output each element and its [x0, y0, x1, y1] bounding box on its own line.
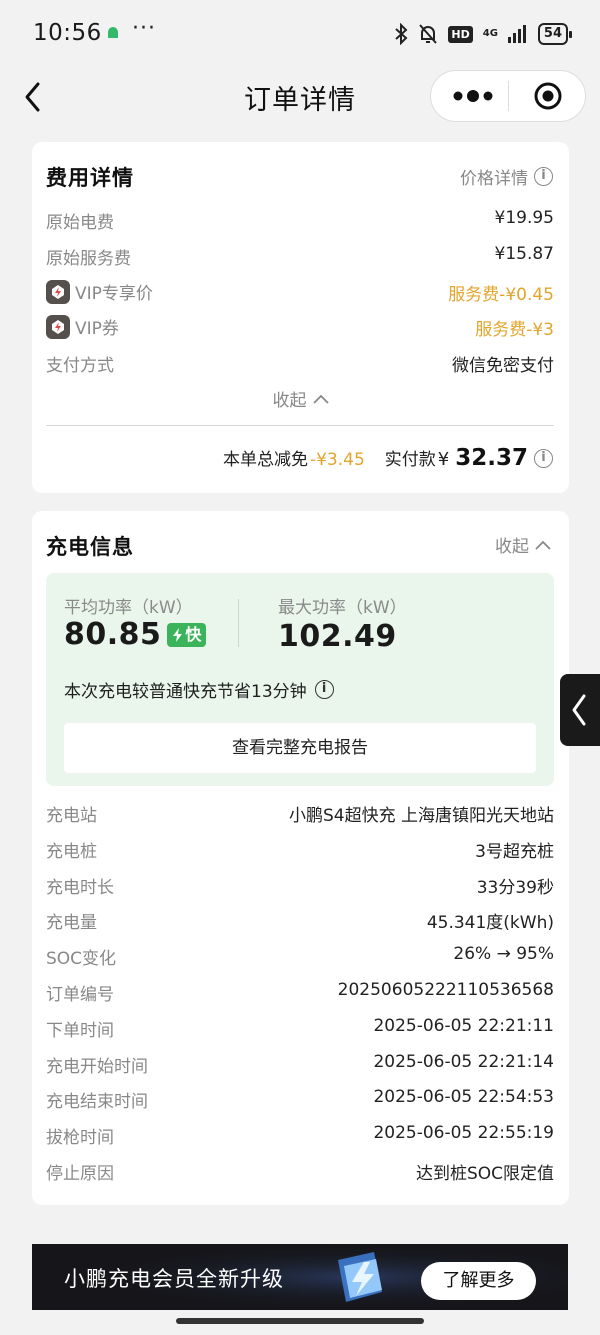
- price-detail-link[interactable]: 价格详情 i: [460, 164, 553, 189]
- divider: [46, 425, 554, 426]
- info-icon: i: [534, 167, 553, 186]
- fee-row-label: 支付方式: [46, 356, 114, 376]
- lightning-icon: [173, 627, 183, 642]
- vip-lightning-icon: [46, 314, 70, 339]
- charging-row-label: 订单编号: [46, 985, 114, 1005]
- charging-row-label: 充电结束时间: [46, 1092, 148, 1113]
- charging-row-value: 2025-06-05 22:21:11: [373, 1015, 554, 1036]
- view-report-button[interactable]: 查看完整充电报告: [64, 723, 536, 773]
- charging-row-value: 33分39秒: [476, 877, 554, 898]
- fee-row-value: ¥15.87: [494, 244, 554, 264]
- info-icon[interactable]: i: [314, 680, 334, 699]
- max-power-label: 最大功率（kW）: [278, 598, 407, 618]
- status-time: 10:56: [33, 20, 102, 46]
- more-menu-icon[interactable]: [452, 85, 494, 107]
- payment-method-value: 微信免密支付: [452, 356, 554, 376]
- fee-detail-card: 费用详情 价格详情 i 原始电费 ¥19.95 原始服务费 ¥15.87 VIP…: [32, 142, 569, 493]
- charging-row-value: 达到桩SOC限定值: [415, 1164, 554, 1184]
- avg-power-value: 80.85: [64, 617, 162, 652]
- charging-row-value: 2025-06-05 22:21:14: [373, 1051, 554, 1072]
- total-discount-value: -¥3.45: [309, 450, 365, 470]
- chevron-up-icon: [312, 394, 329, 404]
- vip-coupon-value: 服务费-¥3: [475, 320, 554, 340]
- charging-row-value: 2025-06-05 22:55:19: [373, 1123, 554, 1144]
- fee-row-label: 原始电费: [46, 213, 114, 233]
- signal-icon: [507, 25, 526, 43]
- charging-row-label: 充电量: [46, 913, 97, 934]
- side-expand-tab[interactable]: [560, 674, 600, 746]
- chevron-left-icon: [572, 694, 586, 726]
- vip-price-row-label: VIP专享价: [46, 279, 153, 304]
- home-indicator: [176, 1318, 424, 1324]
- membership-banner[interactable]: 小鹏充电会员全新升级 了解更多: [32, 1244, 568, 1310]
- learn-more-button[interactable]: 了解更多: [421, 1262, 536, 1300]
- bell-muted-icon: [419, 24, 438, 44]
- paid-amount: 32.37: [455, 445, 528, 471]
- vip-price-value: 服务费-¥0.45: [448, 285, 554, 305]
- avg-power-group: 80.85 快: [64, 617, 207, 652]
- fast-charge-badge: 快: [167, 622, 207, 647]
- android-icon: [108, 27, 118, 38]
- charging-row-value: 2025-06-05 22:54:53: [373, 1087, 554, 1108]
- price-detail-label: 价格详情: [460, 169, 528, 189]
- fee-collapse-button[interactable]: 收起: [32, 386, 569, 411]
- charging-collapse-button[interactable]: 收起: [495, 532, 551, 557]
- total-summary: 本单总减免 -¥3.45 实付款 ¥ 32.37 i: [223, 445, 553, 471]
- charging-row-value: 45.341度(kWh): [426, 913, 554, 934]
- capsule-divider: [508, 81, 509, 111]
- charging-section-title: 充电信息: [46, 535, 134, 559]
- paid-currency: ¥: [437, 449, 450, 470]
- vip-lightning-icon: [46, 279, 70, 304]
- charging-row-label: 充电时长: [46, 877, 114, 898]
- power-stats-box: 平均功率（kW） 80.85 快 最大功率（kW） 102.49 本次充电较普通…: [46, 573, 554, 786]
- fee-section-title: 费用详情: [46, 166, 134, 190]
- paid-label: 实付款: [384, 450, 436, 470]
- charging-row-label: 拔枪时间: [46, 1128, 114, 1149]
- info-icon[interactable]: i: [534, 448, 553, 468]
- network-label: 4G: [482, 28, 498, 39]
- close-miniprogram-icon[interactable]: [533, 81, 563, 111]
- fee-row-label: 原始服务费: [46, 249, 131, 269]
- charging-row-label: 下单时间: [46, 1020, 114, 1041]
- vip-coupon-row-label: VIP券: [46, 314, 119, 339]
- battery-icon: 54: [537, 23, 573, 45]
- bluetooth-icon: [395, 23, 408, 45]
- total-discount-label: 本单总减免: [222, 450, 308, 470]
- charging-row-label: 充电站: [46, 806, 97, 826]
- charging-row-value: 3号超充桩: [475, 841, 554, 862]
- charging-row-label: 充电桩: [46, 841, 97, 862]
- saving-note: 本次充电较普通快充节省13分钟 i: [64, 677, 334, 702]
- stats-divider: [238, 599, 239, 647]
- status-more-icon: ···: [132, 16, 156, 41]
- lightning-card-icon: [338, 1252, 382, 1302]
- fee-row-value: ¥19.95: [494, 208, 554, 228]
- charging-row-value: 20250605222110536568: [337, 980, 554, 1000]
- charging-row-value: 小鹏S4超快充 上海唐镇阳光天地站: [288, 806, 554, 826]
- charging-info-card: 充电信息 收起 平均功率（kW） 80.85 快 最大功率（kW） 102.49…: [32, 511, 569, 1205]
- charging-row-label: 充电开始时间: [46, 1056, 148, 1077]
- hd-icon: HD: [448, 25, 473, 43]
- charging-row-value: 26% → 95%: [453, 944, 554, 965]
- charging-row-label: 停止原因: [46, 1164, 114, 1184]
- chevron-up-icon: [535, 540, 551, 550]
- banner-title: 小鹏充电会员全新升级: [64, 1267, 284, 1291]
- status-right-group: HD 4G 54: [394, 22, 573, 46]
- charging-row-label: SOC变化: [46, 949, 117, 970]
- status-bar: 10:56 ··· HD 4G 54: [0, 0, 600, 64]
- max-power-value: 102.49: [278, 619, 397, 654]
- avg-power-label: 平均功率（kW）: [64, 598, 193, 618]
